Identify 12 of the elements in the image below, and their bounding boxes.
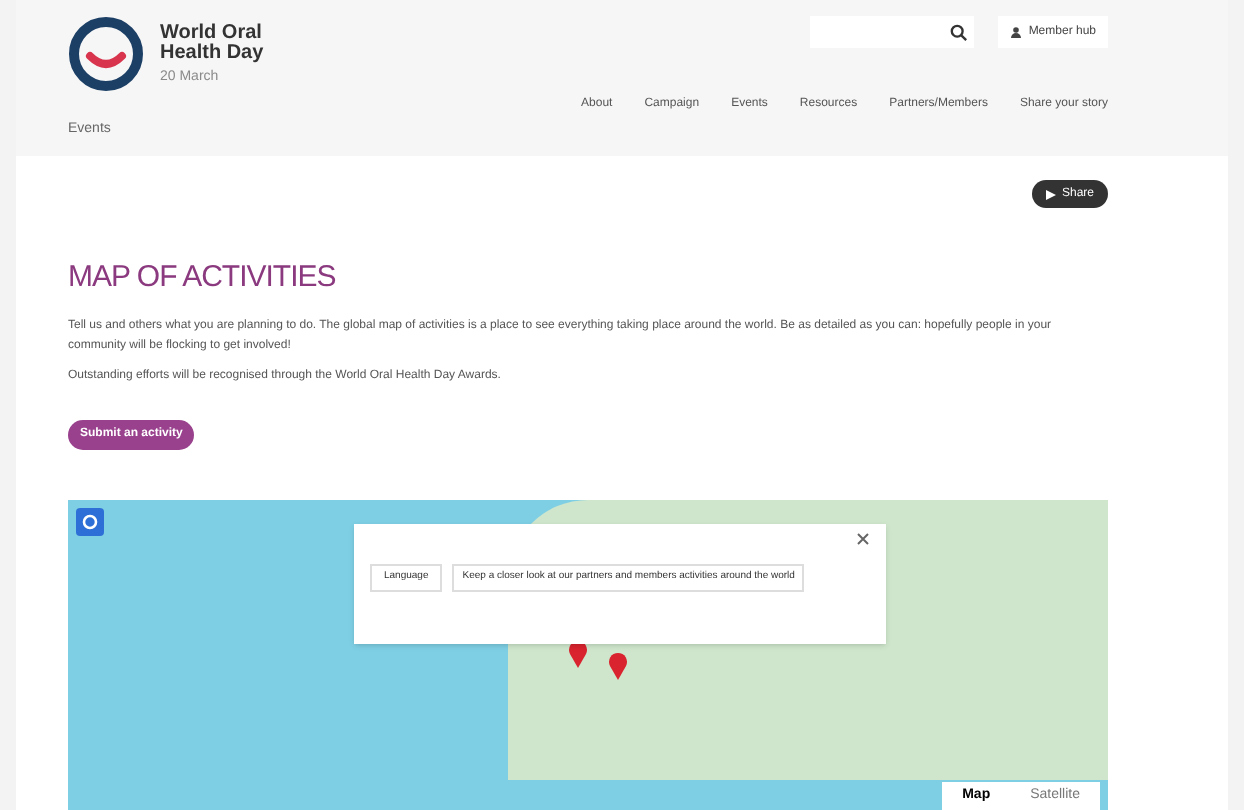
close-icon[interactable] (856, 531, 870, 545)
circle-icon (82, 513, 98, 529)
search-field[interactable] (810, 16, 975, 48)
user-icon (1010, 26, 1023, 38)
logo-title: Health Day (160, 44, 264, 64)
smile-logo-icon (68, 16, 144, 92)
logo-title: World Oral (160, 24, 264, 44)
map-pin-icon[interactable] (568, 639, 588, 667)
search-icon[interactable] (950, 23, 969, 41)
page-heading: MAP OF ACTIVITIES (68, 258, 338, 298)
map-pin-icon[interactable] (608, 651, 628, 679)
fullscreen-control[interactable] (76, 507, 104, 535)
